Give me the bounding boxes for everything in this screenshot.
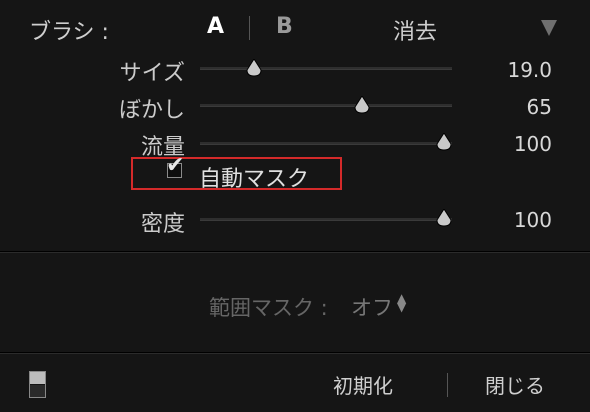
size-slider-thumb[interactable] bbox=[246, 59, 262, 77]
density-label: 密度 bbox=[140, 212, 185, 237]
brush-title: ブラシ : bbox=[29, 20, 109, 45]
flow-slider-track[interactable] bbox=[200, 142, 452, 144]
tab-a[interactable]: A bbox=[207, 14, 224, 39]
size-label: サイズ bbox=[119, 61, 185, 86]
feather-slider-thumb[interactable] bbox=[354, 96, 370, 114]
density-value[interactable]: 100 bbox=[514, 208, 552, 232]
size-value[interactable]: 19.0 bbox=[507, 58, 552, 82]
brush-panel: ブラシ : A B 消去 サイズ 19.0 ぼかし 65 流量 100 ✔ 自動… bbox=[0, 0, 590, 412]
panel-toggle-icon[interactable] bbox=[29, 371, 46, 398]
tab-b[interactable]: B bbox=[276, 14, 293, 39]
section-divider-top-hl bbox=[0, 252, 590, 253]
feather-value[interactable]: 65 bbox=[527, 95, 552, 119]
auto-mask-label[interactable]: 自動マスク bbox=[199, 161, 309, 193]
density-slider-track[interactable] bbox=[200, 218, 452, 220]
tab-divider bbox=[249, 16, 250, 40]
size-slider-track[interactable] bbox=[200, 67, 452, 69]
erase-button[interactable]: 消去 bbox=[393, 14, 437, 46]
feather-slider-track[interactable] bbox=[200, 104, 452, 106]
footer-divider bbox=[447, 373, 448, 397]
range-mask-label: 範囲マスク : bbox=[209, 296, 328, 320]
updown-arrows-icon[interactable]: ▲ ▼ bbox=[397, 292, 406, 313]
density-slider-thumb[interactable] bbox=[436, 209, 452, 227]
checkmark-icon: ✔ bbox=[166, 153, 185, 178]
range-mask-value[interactable]: オフ bbox=[351, 292, 393, 322]
close-button[interactable]: 閉じる bbox=[485, 370, 545, 399]
reset-button[interactable]: 初期化 bbox=[333, 370, 393, 399]
flow-slider-thumb[interactable] bbox=[436, 133, 452, 151]
section-divider-bottom-hl bbox=[0, 353, 590, 354]
triangle-down-icon[interactable] bbox=[541, 20, 557, 36]
flow-value[interactable]: 100 bbox=[514, 132, 552, 156]
feather-label: ぼかし bbox=[118, 98, 185, 123]
